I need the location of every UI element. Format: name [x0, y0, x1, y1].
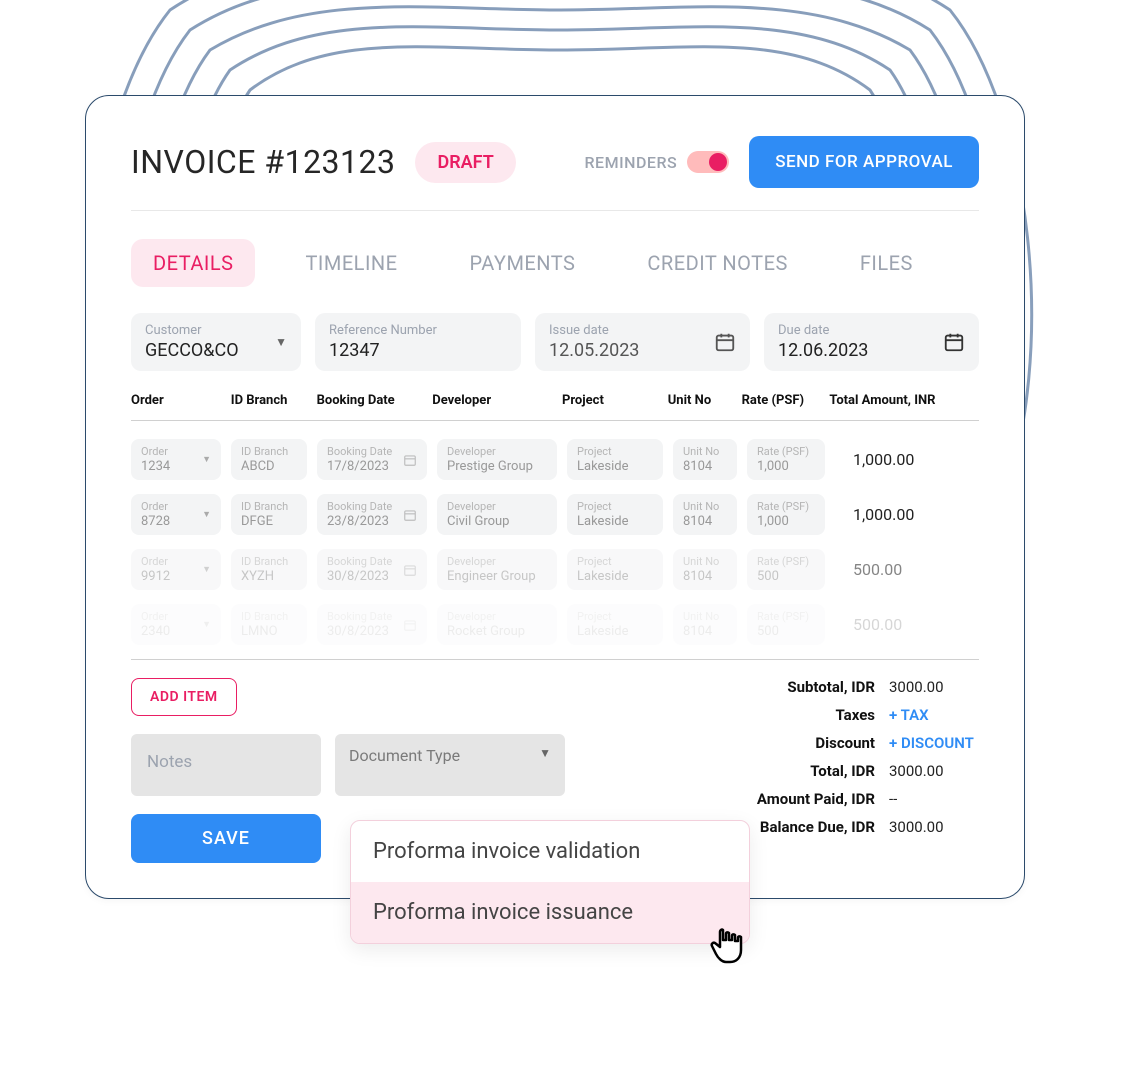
table-row: Order9912▼ID BranchXYZHBooking Date30/8/…	[131, 549, 979, 590]
paid-label: Amount Paid, IDR	[757, 790, 875, 808]
col-unit: Unit No	[668, 393, 742, 408]
calendar-icon	[943, 331, 965, 353]
tab-files[interactable]: FILES	[838, 239, 935, 287]
reminders-label: REMINDERS	[584, 153, 677, 172]
table-row: Order2340▼ID BranchLMNOBooking Date30/8/…	[131, 604, 979, 645]
reference-label: Reference Number	[329, 323, 507, 338]
balance-label: Balance Due, IDR	[760, 818, 875, 836]
col-branch: ID Branch	[231, 393, 317, 408]
status-badge: DRAFT	[415, 142, 515, 183]
paid-value: --	[889, 790, 979, 808]
branch-cell[interactable]: ID BranchXYZH	[231, 549, 307, 590]
document-type-dropdown: Proforma invoice validation Proforma inv…	[350, 820, 750, 944]
tab-credit-notes[interactable]: CREDIT NOTES	[625, 239, 809, 287]
subtotal-value: 3000.00	[889, 678, 979, 696]
tab-timeline[interactable]: TIMELINE	[283, 239, 419, 287]
branch-cell[interactable]: ID BranchLMNO	[231, 604, 307, 645]
cursor-hand-icon	[702, 920, 752, 970]
issue-date-picker[interactable]: Issue date 12.05.2023	[535, 313, 750, 371]
table-row: Order8728▼ID BranchDFGEBooking Date23/8/…	[131, 494, 979, 535]
reference-value: 12347	[329, 340, 507, 361]
table-body: Order1234▼ID BranchABCDBooking Date17/8/…	[131, 439, 979, 645]
developer-cell[interactable]: DeveloperCivil Group	[437, 494, 557, 535]
col-order: Order	[131, 393, 231, 408]
date-cell[interactable]: Booking Date30/8/2023	[317, 549, 427, 590]
taxes-label: Taxes	[835, 706, 875, 724]
tab-details[interactable]: DETAILS	[131, 239, 255, 287]
project-cell[interactable]: ProjectLakeside	[567, 494, 663, 535]
col-project: Project	[562, 393, 668, 408]
fields-row: Customer GECCO&CO ▼ Reference Number 123…	[131, 313, 979, 371]
amount-cell: 500.00	[853, 560, 902, 579]
chevron-down-icon: ▼	[539, 746, 551, 760]
branch-cell[interactable]: ID BranchDFGE	[231, 494, 307, 535]
order-cell[interactable]: Order1234▼	[131, 439, 221, 480]
add-item-button[interactable]: ADD ITEM	[131, 678, 237, 716]
table-header: Order ID Branch Booking Date Developer P…	[131, 393, 979, 421]
discount-label: Discount	[815, 734, 875, 752]
reminders-toggle[interactable]	[687, 151, 729, 173]
add-discount-link[interactable]: + DISCOUNT	[889, 734, 979, 752]
date-cell[interactable]: Booking Date17/8/2023	[317, 439, 427, 480]
unit-cell[interactable]: Unit No8104	[673, 604, 737, 645]
developer-cell[interactable]: DeveloperPrestige Group	[437, 439, 557, 480]
col-booking: Booking Date	[317, 393, 433, 408]
total-value: 3000.00	[889, 762, 979, 780]
date-cell[interactable]: Booking Date30/8/2023	[317, 604, 427, 645]
project-cell[interactable]: ProjectLakeside	[567, 439, 663, 480]
rate-cell[interactable]: Rate (PSF)500	[747, 604, 825, 645]
unit-cell[interactable]: Unit No8104	[673, 494, 737, 535]
order-cell[interactable]: Order2340▼	[131, 604, 221, 645]
rate-cell[interactable]: Rate (PSF)500	[747, 549, 825, 590]
amount-cell: 1,000.00	[853, 505, 914, 524]
col-total: Total Amount, INR	[829, 393, 979, 408]
project-cell[interactable]: ProjectLakeside	[567, 549, 663, 590]
dropdown-option-issuance[interactable]: Proforma invoice issuance	[351, 882, 749, 943]
add-tax-link[interactable]: + TAX	[889, 706, 979, 724]
unit-cell[interactable]: Unit No8104	[673, 439, 737, 480]
totals-panel: Subtotal, IDR 3000.00 Taxes + TAX Discount…	[757, 678, 979, 863]
calendar-icon	[714, 331, 736, 353]
document-type-select[interactable]: Document Type ▼	[335, 734, 565, 796]
reminders-toggle-group: REMINDERS	[584, 151, 729, 173]
send-for-approval-button[interactable]: SEND FOR APPROVAL	[749, 136, 979, 188]
unit-cell[interactable]: Unit No8104	[673, 549, 737, 590]
order-cell[interactable]: Order8728▼	[131, 494, 221, 535]
issue-date-value: 12.05.2023	[549, 340, 714, 361]
header-row: INVOICE #123123 DRAFT REMINDERS SEND FOR…	[131, 136, 979, 211]
doc-type-label: Document Type	[349, 746, 460, 765]
developer-cell[interactable]: DeveloperRocket Group	[437, 604, 557, 645]
tabs: DETAILS TIMELINE PAYMENTS CREDIT NOTES F…	[131, 239, 979, 287]
customer-select[interactable]: Customer GECCO&CO ▼	[131, 313, 301, 371]
due-date-picker[interactable]: Due date 12.06.2023	[764, 313, 979, 371]
invoice-title: INVOICE #123123	[131, 143, 395, 181]
branch-cell[interactable]: ID BranchABCD	[231, 439, 307, 480]
date-cell[interactable]: Booking Date23/8/2023	[317, 494, 427, 535]
reference-input[interactable]: Reference Number 12347	[315, 313, 521, 371]
issue-date-label: Issue date	[549, 323, 714, 338]
tab-payments[interactable]: PAYMENTS	[448, 239, 598, 287]
save-button[interactable]: SAVE	[131, 814, 321, 863]
total-label: Total, IDR	[810, 762, 875, 780]
balance-value: 3000.00	[889, 818, 979, 836]
due-date-label: Due date	[778, 323, 943, 338]
notes-input[interactable]: Notes	[131, 734, 321, 796]
project-cell[interactable]: ProjectLakeside	[567, 604, 663, 645]
invoice-card: INVOICE #123123 DRAFT REMINDERS SEND FOR…	[85, 95, 1025, 899]
amount-cell: 500.00	[853, 615, 902, 634]
chevron-down-icon: ▼	[275, 335, 287, 349]
subtotal-label: Subtotal, IDR	[787, 678, 875, 696]
order-cell[interactable]: Order9912▼	[131, 549, 221, 590]
amount-cell: 1,000.00	[853, 450, 914, 469]
developer-cell[interactable]: DeveloperEngineer Group	[437, 549, 557, 590]
due-date-value: 12.06.2023	[778, 340, 943, 361]
dropdown-option-validation[interactable]: Proforma invoice validation	[351, 821, 749, 882]
rate-cell[interactable]: Rate (PSF)1,000	[747, 439, 825, 480]
col-developer: Developer	[432, 393, 562, 408]
customer-label: Customer	[145, 323, 275, 338]
table-row: Order1234▼ID BranchABCDBooking Date17/8/…	[131, 439, 979, 480]
rate-cell[interactable]: Rate (PSF)1,000	[747, 494, 825, 535]
col-rate: Rate (PSF)	[742, 393, 830, 408]
customer-value: GECCO&CO	[145, 340, 275, 361]
